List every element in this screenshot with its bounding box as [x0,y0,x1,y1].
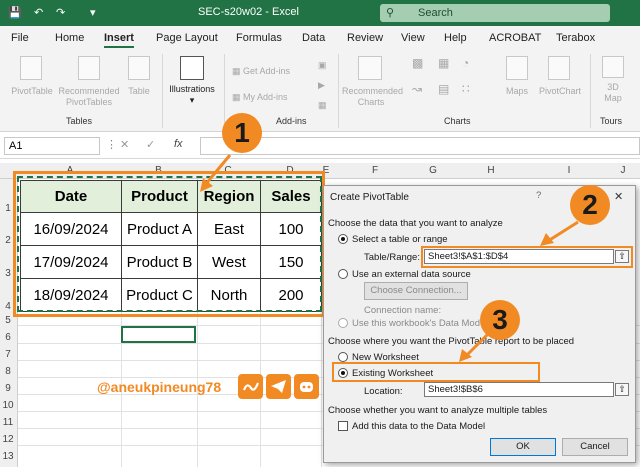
step3-arrow [464,332,490,358]
step1-arrowhead [200,178,213,192]
step-badge-3: 3 [480,300,520,340]
step2-arrow [547,220,579,243]
step-badge-1: 1 [222,113,262,153]
step-arrows [200,154,579,362]
step-badge-2: 2 [570,185,610,225]
step1-arrow [203,154,232,186]
